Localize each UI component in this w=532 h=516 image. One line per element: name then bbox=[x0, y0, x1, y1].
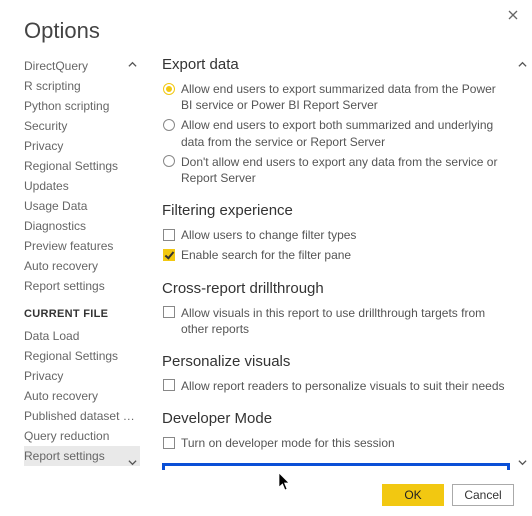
sidebar-section-header: CURRENT FILE bbox=[24, 296, 140, 326]
radio-option[interactable]: Allow end users to export summarized dat… bbox=[162, 79, 510, 115]
option-label: Turn on developer mode for this session bbox=[181, 435, 395, 451]
chevron-up-icon[interactable] bbox=[514, 56, 530, 72]
sidebar-item[interactable]: Preview features bbox=[24, 236, 140, 256]
option-label: Allow end users to export summarized dat… bbox=[181, 81, 510, 113]
sidebar-item[interactable]: Query reduction bbox=[24, 426, 140, 446]
checkbox-option[interactable]: Allow users to change filter types bbox=[162, 225, 510, 245]
checkbox-option[interactable]: Allow visuals in this report to use dril… bbox=[162, 303, 510, 339]
checkbox-control[interactable] bbox=[163, 437, 175, 449]
sidebar-item[interactable]: Auto recovery bbox=[24, 256, 140, 276]
sidebar: DirectQueryR scriptingPython scriptingSe… bbox=[24, 56, 140, 470]
option-label: Allow visuals in this report to use dril… bbox=[181, 305, 510, 337]
checkbox-control[interactable] bbox=[163, 249, 175, 261]
sidebar-item[interactable]: R scripting bbox=[24, 76, 140, 96]
sidebar-item[interactable]: Report settings bbox=[24, 446, 140, 466]
options-dialog: Options DirectQueryR scriptingPython scr… bbox=[0, 0, 532, 516]
section-title: Filtering experience bbox=[162, 202, 510, 219]
checkbox-control[interactable] bbox=[163, 306, 175, 318]
sidebar-item[interactable]: Data Load bbox=[24, 326, 140, 346]
sidebar-item[interactable]: Security bbox=[24, 116, 140, 136]
cancel-button[interactable]: Cancel bbox=[452, 484, 514, 506]
chevron-down-icon[interactable] bbox=[124, 454, 140, 470]
option-label: Allow end users to export both summarize… bbox=[181, 117, 510, 149]
ok-button[interactable]: OK bbox=[382, 484, 444, 506]
highlighted-section: Modern visual tooltipsUse modern visual … bbox=[162, 463, 510, 470]
chevron-up-icon[interactable] bbox=[124, 56, 140, 72]
checkbox-control[interactable] bbox=[163, 229, 175, 241]
radio-control[interactable] bbox=[163, 83, 175, 95]
option-label: Allow users to change filter types bbox=[181, 227, 356, 243]
sidebar-item[interactable]: Auto recovery bbox=[24, 386, 140, 406]
radio-control[interactable] bbox=[163, 155, 175, 167]
dialog-title: Options bbox=[0, 0, 532, 56]
radio-control[interactable] bbox=[163, 119, 175, 131]
radio-option[interactable]: Allow end users to export both summarize… bbox=[162, 115, 510, 151]
section-title: Cross-report drillthrough bbox=[162, 280, 510, 297]
close-icon[interactable] bbox=[504, 6, 522, 24]
option-label: Enable search for the filter pane bbox=[181, 247, 351, 263]
sidebar-item[interactable]: Updates bbox=[24, 176, 140, 196]
checkbox-control[interactable] bbox=[163, 379, 175, 391]
sidebar-item[interactable]: Report settings bbox=[24, 276, 140, 296]
content-scrollbar[interactable] bbox=[514, 56, 530, 470]
sidebar-scrollbar[interactable] bbox=[124, 56, 140, 470]
chevron-down-icon[interactable] bbox=[514, 454, 530, 470]
section-title: Export data bbox=[162, 56, 510, 73]
sidebar-item[interactable]: Diagnostics bbox=[24, 216, 140, 236]
checkbox-option[interactable]: Turn on developer mode for this session bbox=[162, 433, 510, 453]
mouse-cursor-icon bbox=[278, 472, 292, 492]
sidebar-item[interactable]: Python scripting bbox=[24, 96, 140, 116]
sidebar-item[interactable]: DirectQuery bbox=[24, 56, 140, 76]
sidebar-item[interactable]: Published dataset set... bbox=[24, 406, 140, 426]
sidebar-item[interactable]: Privacy bbox=[24, 136, 140, 156]
sidebar-item[interactable]: Regional Settings bbox=[24, 346, 140, 366]
section-title: Developer Mode bbox=[162, 410, 510, 427]
option-label: Allow report readers to personalize visu… bbox=[181, 378, 505, 394]
option-label: Don't allow end users to export any data… bbox=[181, 154, 510, 186]
radio-option[interactable]: Don't allow end users to export any data… bbox=[162, 152, 510, 188]
sidebar-item[interactable]: Privacy bbox=[24, 366, 140, 386]
settings-panel: Export data Allow end users to export sum… bbox=[150, 56, 532, 470]
sidebar-item[interactable]: Usage Data bbox=[24, 196, 140, 216]
checkbox-option[interactable]: Enable search for the filter pane bbox=[162, 245, 510, 265]
sidebar-item[interactable]: Regional Settings bbox=[24, 156, 140, 176]
checkbox-option[interactable]: Allow report readers to personalize visu… bbox=[162, 376, 510, 396]
section-title: Personalize visuals bbox=[162, 353, 510, 370]
